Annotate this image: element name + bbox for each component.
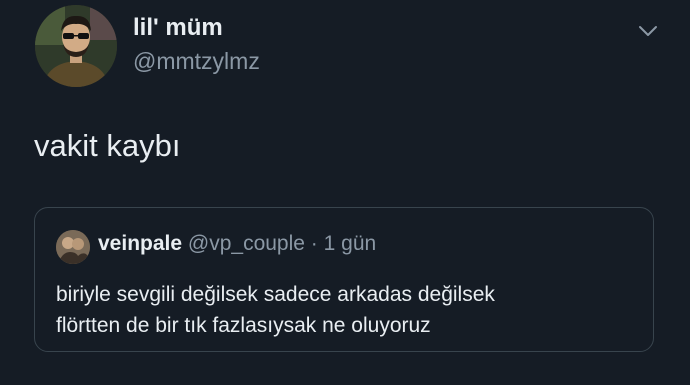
quoted-tweet-text: biriyle sevgili değilsek sadece arkadas …: [56, 279, 495, 341]
user-handle[interactable]: @mmtzylmz: [133, 48, 260, 75]
quoted-tweet[interactable]: veinpale @vp_couple · 1 gün biriyle sevg…: [34, 207, 654, 352]
quoted-text-line: flörtten de bir tık fazlasıysak ne oluyo…: [56, 314, 431, 337]
quoted-text-line: biriyle sevgili değilsek sadece arkadas …: [56, 283, 495, 306]
display-name[interactable]: lil' müm: [133, 14, 223, 42]
avatar-photo-icon: [56, 230, 90, 264]
tweet-card: lil' müm @mmtzylmz vakit kaybı veinpale …: [0, 0, 690, 385]
separator-dot: ·: [310, 232, 318, 255]
quoted-user-avatar[interactable]: [56, 230, 90, 264]
quoted-user-handle[interactable]: @vp_couple: [188, 232, 305, 255]
avatar-photo-icon: [35, 5, 117, 87]
quoted-header: veinpale @vp_couple · 1 gün: [98, 232, 376, 256]
quoted-display-name[interactable]: veinpale: [98, 232, 182, 255]
chevron-down-icon[interactable]: [638, 24, 658, 38]
tweet-text: vakit kaybı: [34, 128, 181, 163]
user-avatar[interactable]: [35, 5, 117, 87]
quoted-timestamp[interactable]: 1 gün: [324, 232, 377, 255]
